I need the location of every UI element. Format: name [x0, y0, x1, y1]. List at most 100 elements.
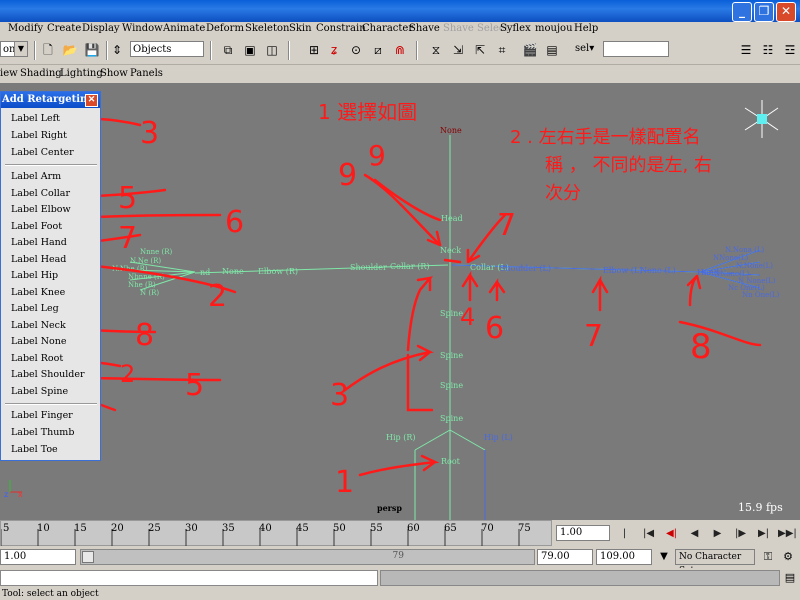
label-toe-item[interactable]: Label Toe — [11, 444, 58, 455]
max-time-field[interactable]: 109.00 — [596, 549, 652, 565]
step-back-frame-icon[interactable]: ◀| — [663, 525, 680, 542]
label-elbow-item[interactable]: Label Elbow — [11, 204, 71, 215]
label-neck-item[interactable]: Label Neck — [11, 320, 66, 331]
magnet-icon[interactable]: ⋒ — [392, 42, 408, 58]
joint-label-hip-l: Hip (L) — [484, 433, 513, 442]
menu-character[interactable]: Character — [362, 23, 413, 34]
label-foot-item[interactable]: Label Foot — [11, 221, 62, 232]
open-scene-icon[interactable]: 📂 — [62, 42, 78, 58]
label-thumb-item[interactable]: Label Thumb — [11, 427, 74, 438]
select-hierarchy-icon[interactable]: ⧉ — [220, 42, 236, 58]
label-hand-item[interactable]: Label Hand — [11, 237, 67, 248]
joint-label-spine-2: Spine — [440, 351, 463, 360]
menu-window[interactable]: Window — [122, 23, 163, 34]
snap-curve-icon[interactable]: ʑ — [326, 42, 342, 58]
input-ops-icon[interactable]: ⇲ — [450, 42, 466, 58]
step-forward-key-icon[interactable]: ▶| — [755, 525, 772, 542]
quick-select-field[interactable] — [603, 41, 669, 57]
start-time-field[interactable]: 1.00 — [0, 549, 76, 565]
output-ops-icon[interactable]: ⇱ — [472, 42, 488, 58]
command-input[interactable] — [0, 570, 378, 586]
menu-skeleton[interactable]: Skeleton — [245, 23, 289, 34]
selection-mode-field[interactable]: Objects — [130, 41, 204, 57]
label-spine-item[interactable]: Label Spine — [11, 386, 68, 397]
snap-grid-icon[interactable]: ⊞ — [306, 42, 322, 58]
annotation-number: 1 — [335, 465, 354, 500]
expand-icon[interactable]: ⇕ — [112, 42, 122, 58]
snap-point-icon[interactable]: ⊙ — [348, 42, 364, 58]
mode-dropdown[interactable]: on ▼ — [0, 41, 28, 57]
menu-moujou[interactable]: moujou — [535, 23, 573, 34]
label-head-item[interactable]: Label Head — [11, 254, 66, 265]
panel-menu-view[interactable]: iew — [0, 68, 18, 79]
label-finger-item[interactable]: Label Finger — [11, 410, 73, 421]
new-scene-icon[interactable]: 🗋 — [40, 42, 56, 58]
range-bar[interactable]: 79 — [80, 549, 535, 565]
select-component-icon[interactable]: ◫ — [264, 42, 280, 58]
quick-select-menu[interactable]: sel▾ — [573, 41, 603, 57]
end-time-field[interactable]: 79.00 — [537, 549, 593, 565]
label-right-item[interactable]: Label Right — [11, 130, 67, 141]
perspective-viewport[interactable]: None Head Neck Spine Spine Spine Spine R… — [0, 83, 800, 520]
go-to-start-icon[interactable]: |◀◀ — [616, 525, 633, 556]
anim-prefs-icon[interactable]: ⚙ — [780, 549, 796, 565]
axis-x-label: x — [18, 490, 23, 499]
menu-syflex[interactable]: Syflex — [500, 23, 531, 34]
label-leg-item[interactable]: Label Leg — [11, 303, 59, 314]
play-forward-icon[interactable]: ▶ — [709, 525, 726, 542]
maximize-button[interactable]: ❐ — [754, 2, 774, 22]
label-center-item[interactable]: Label Center — [11, 147, 74, 158]
chevron-down-icon[interactable]: ▼ — [656, 549, 672, 565]
panel-menu-shading[interactable]: Shading — [20, 68, 62, 79]
character-set-field[interactable]: No Character Set — [675, 549, 755, 576]
close-button[interactable]: ✕ — [776, 2, 796, 22]
time-slider[interactable]: 5 10 15 20 25 30 35 40 45 50 55 60 65 70… — [0, 520, 800, 547]
ipr-render-icon[interactable]: ▤ — [544, 42, 560, 58]
menu-skin[interactable]: Skin — [289, 23, 312, 34]
key-icon[interactable]: ⚿ — [760, 549, 776, 565]
menu-modify[interactable]: Modify — [8, 23, 43, 34]
menu-animate[interactable]: Animate — [163, 23, 205, 34]
current-time-field[interactable]: 1.00 — [556, 525, 610, 541]
label-left-item[interactable]: Label Left — [11, 113, 60, 124]
channel-box-icon[interactable]: ☲ — [782, 42, 798, 58]
tick-label: 20 — [111, 523, 124, 534]
close-icon[interactable]: ✕ — [85, 94, 98, 107]
menu-help[interactable]: Help — [574, 23, 598, 34]
go-to-end-icon[interactable]: ▶▶| — [778, 525, 797, 542]
label-none-item[interactable]: Label None — [11, 336, 67, 347]
step-back-key-icon[interactable]: |◀ — [640, 525, 657, 542]
view-cube-icon[interactable] — [744, 100, 779, 138]
minimize-button[interactable]: _ — [732, 2, 752, 22]
render-icon[interactable]: 🎬 — [522, 42, 538, 58]
time-ticks[interactable]: 5 10 15 20 25 30 35 40 45 50 55 60 65 70… — [0, 520, 552, 547]
snap-plane-icon[interactable]: ⧄ — [370, 42, 386, 58]
attribute-editor-icon[interactable]: ☰ — [738, 42, 754, 58]
label-knee-item[interactable]: Label Knee — [11, 287, 65, 298]
panel-menu-panels[interactable]: Panels — [130, 68, 163, 79]
step-forward-frame-icon[interactable]: |▶ — [732, 525, 749, 542]
construction-history-icon[interactable]: ⌗ — [494, 42, 510, 58]
label-shoulder-item[interactable]: Label Shoulder — [11, 369, 84, 380]
label-collar-item[interactable]: Label Collar — [11, 188, 70, 199]
select-object-icon[interactable]: ▣ — [242, 42, 258, 58]
menu-constrain[interactable]: Constrain — [316, 23, 366, 34]
menu-shave[interactable]: Shave — [409, 23, 440, 34]
menu-shave-select[interactable]: Shave Select — [443, 23, 509, 34]
label-arm-item[interactable]: Label Arm — [11, 171, 61, 182]
range-thumb[interactable] — [82, 551, 94, 563]
panel-menu-lighting[interactable]: Lighting — [60, 68, 103, 79]
panel-menu-show[interactable]: Show — [100, 68, 128, 79]
menu-display[interactable]: Display — [82, 23, 120, 34]
label-root-item[interactable]: Label Root — [11, 353, 63, 364]
script-editor-icon[interactable]: ▤ — [782, 570, 798, 586]
history-icon[interactable]: ⧖ — [428, 42, 444, 58]
menu-create[interactable]: Create — [47, 23, 81, 34]
label-hip-item[interactable]: Label Hip — [11, 270, 58, 281]
menu-bar: Modify Create Display Window Animate Def… — [0, 22, 800, 38]
menu-deform[interactable]: Deform — [206, 23, 244, 34]
play-backward-icon[interactable]: ◀ — [686, 525, 703, 542]
save-scene-icon[interactable]: 💾 — [84, 42, 100, 58]
tool-settings-icon[interactable]: ☷ — [760, 42, 776, 58]
help-line: Tool: select an object — [0, 588, 800, 600]
